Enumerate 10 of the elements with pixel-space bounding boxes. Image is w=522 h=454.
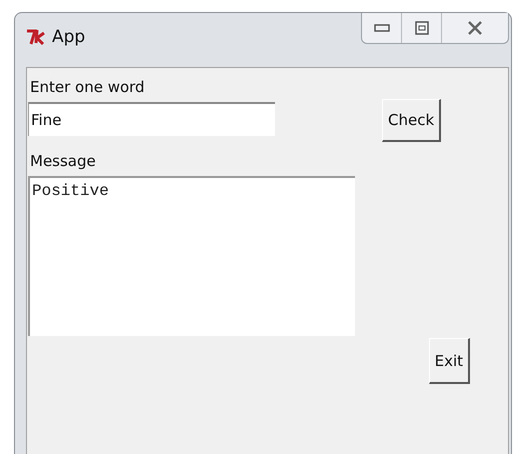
exit-button[interactable]: Exit	[428, 338, 470, 384]
word-label: Enter one word	[29, 77, 146, 98]
message-label: Message	[29, 151, 97, 172]
minimize-icon	[374, 24, 390, 32]
check-button[interactable]: Check	[382, 99, 442, 142]
maximize-icon	[414, 21, 428, 35]
word-input-field[interactable]: Fine	[28, 102, 275, 136]
close-icon	[467, 21, 483, 35]
message-text-area[interactable]: Positive	[28, 176, 355, 336]
window-title: App	[52, 27, 86, 47]
